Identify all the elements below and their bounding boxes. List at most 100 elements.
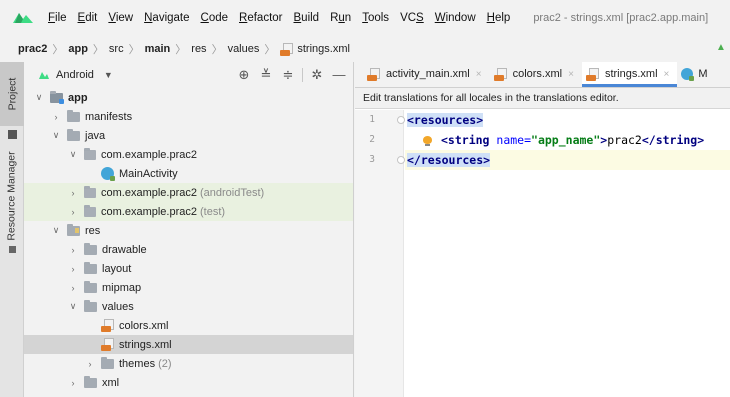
breadcrumb-strings-xml-label: strings.xml — [297, 43, 350, 55]
menu-edit[interactable]: Edit — [78, 12, 98, 24]
window-title: prac2 - strings.xml [prac2.app.main] — [533, 12, 709, 24]
project-panel: Android ▼ ⊕ ≚ ≑ ✲ — ∨ app › manifests ∨ java ∨… — [24, 62, 354, 397]
line-number: 2 — [369, 134, 375, 145]
fold-marker-icon[interactable] — [397, 116, 405, 124]
tree-item[interactable]: › drawable — [24, 240, 353, 259]
tree-item[interactable]: › mipmap — [24, 278, 353, 297]
chevron-right-icon[interactable]: › — [68, 245, 78, 255]
tree-item-label: MainActivity — [119, 167, 178, 180]
tree-item[interactable]: MainActivity — [24, 164, 353, 183]
folder-icon — [67, 128, 80, 141]
tree-item[interactable]: › manifests — [24, 107, 353, 126]
tree-item[interactable]: ∨ com.example.prac2 — [24, 145, 353, 164]
toolbar-divider — [302, 68, 303, 82]
xml-file-icon — [367, 67, 381, 81]
menu-items: File Edit View Navigate Code Refactor Build Run… — [48, 12, 521, 24]
package-icon — [84, 204, 96, 217]
menu-run[interactable]: Run — [330, 12, 351, 24]
tree-item[interactable]: › themes (2) — [24, 354, 353, 373]
tree-item[interactable]: ∨ app — [24, 88, 353, 107]
menu-file[interactable]: File — [48, 12, 67, 24]
chevron-right-icon[interactable]: › — [68, 207, 78, 217]
breadcrumb-separator: 〉 — [128, 44, 140, 56]
tree-item[interactable]: › com.example.prac2 (androidTest) — [24, 183, 353, 202]
tree-item-label: colors.xml — [119, 319, 169, 332]
translations-banner: Edit translations for all locales in the… — [355, 88, 730, 109]
chevron-down-icon[interactable]: ∨ — [68, 301, 78, 312]
class-icon — [101, 167, 115, 181]
tree-item-label: res — [85, 224, 101, 237]
breadcrumb-main[interactable]: main — [145, 43, 171, 55]
tree-item[interactable]: ∨ res — [24, 221, 353, 240]
close-icon[interactable]: × — [476, 69, 482, 80]
code-line-1: <resources> — [407, 110, 484, 130]
menu-tools[interactable]: Tools — [362, 12, 389, 24]
breadcrumb-src[interactable]: src — [109, 43, 124, 55]
project-view-selector[interactable]: Android — [56, 69, 94, 81]
chevron-right-icon[interactable]: › — [68, 188, 78, 198]
breadcrumb-prac2[interactable]: prac2 — [18, 43, 47, 55]
tree-item[interactable]: strings.xml — [24, 335, 353, 354]
tree-item-label: java — [85, 129, 106, 142]
folder-icon — [84, 261, 97, 274]
editor-tab[interactable]: activity_main.xml × — [363, 62, 490, 87]
string-name-attr: name= — [496, 133, 532, 147]
package-icon — [84, 185, 96, 198]
chevron-down-icon[interactable]: ∨ — [34, 92, 44, 103]
tree-item[interactable]: › xml — [24, 373, 353, 392]
menu-vcs[interactable]: VCS — [400, 12, 424, 24]
folder-icon — [84, 280, 97, 293]
build-hammer-icon[interactable]: ▲ — [716, 42, 726, 53]
menu-navigate[interactable]: Navigate — [144, 12, 189, 24]
chevron-down-icon[interactable]: ∨ — [68, 149, 78, 160]
tree-item[interactable]: › layout — [24, 259, 353, 278]
editor-tab[interactable]: M — [677, 62, 715, 87]
close-icon[interactable]: × — [664, 69, 670, 80]
chevron-down-icon[interactable]: ∨ — [51, 225, 61, 236]
hide-panel-icon[interactable]: — — [331, 67, 347, 83]
chevron-right-icon[interactable]: › — [68, 264, 78, 274]
string-name-value: "app_name" — [531, 133, 601, 147]
resource-manager-icon — [9, 246, 16, 253]
tree-item-label: com.example.prac2 — [101, 205, 197, 218]
menu-refactor[interactable]: Refactor — [239, 12, 282, 24]
gear-icon[interactable]: ✲ — [309, 67, 325, 83]
breadcrumb-app[interactable]: app — [68, 43, 88, 55]
chevron-down-icon[interactable]: ▼ — [104, 70, 113, 80]
tree-item-label: values — [102, 300, 134, 313]
menu-build[interactable]: Build — [294, 12, 320, 24]
close-icon[interactable]: × — [568, 69, 574, 80]
editor-tab[interactable]: strings.xml × — [581, 62, 678, 87]
resources-folder-icon — [67, 223, 80, 236]
chevron-right-icon[interactable]: › — [51, 112, 61, 122]
chevron-right-icon[interactable]: › — [85, 359, 95, 369]
chevron-down-icon[interactable]: ∨ — [51, 130, 61, 141]
locate-target-icon[interactable]: ⊕ — [236, 67, 252, 83]
tree-item-suffix: (2) — [158, 357, 172, 370]
collapse-all-icon[interactable]: ≑ — [280, 67, 296, 83]
tree-item[interactable]: ∨ values — [24, 297, 353, 316]
chevron-right-icon[interactable]: › — [68, 283, 78, 293]
breadcrumb-res[interactable]: res — [191, 43, 206, 55]
tree-item[interactable]: colors.xml — [24, 316, 353, 335]
fold-marker-icon[interactable] — [397, 156, 405, 164]
menu-code[interactable]: Code — [201, 12, 229, 24]
tree-item[interactable]: ∨ java — [24, 126, 353, 145]
menu-window[interactable]: Window — [435, 12, 476, 24]
breadcrumb-strings-xml[interactable]: strings.xml — [280, 42, 350, 56]
menu-help[interactable]: Help — [487, 12, 511, 24]
code-editor[interactable]: 1 2 3 <resources> <string name="app_name… — [355, 110, 730, 397]
expand-all-icon[interactable]: ≚ — [258, 67, 274, 83]
chevron-right-icon[interactable]: › — [68, 378, 78, 388]
code-area[interactable]: <resources> <string name="app_name">prac… — [405, 110, 730, 397]
project-tool-tab[interactable]: Project — [0, 62, 24, 126]
tree-item-label: manifests — [85, 110, 133, 123]
editor-tab[interactable]: colors.xml × — [490, 62, 582, 87]
project-toolbar: Android ▼ ⊕ ≚ ≑ ✲ — — [24, 62, 353, 88]
folder-icon — [67, 109, 80, 122]
tree-item[interactable]: › com.example.prac2 (test) — [24, 202, 353, 221]
menu-view[interactable]: View — [108, 12, 133, 24]
resource-manager-tool-tab[interactable]: Resource Manager — [0, 146, 24, 246]
breadcrumb-values[interactable]: values — [228, 43, 260, 55]
android-icon — [39, 72, 49, 79]
